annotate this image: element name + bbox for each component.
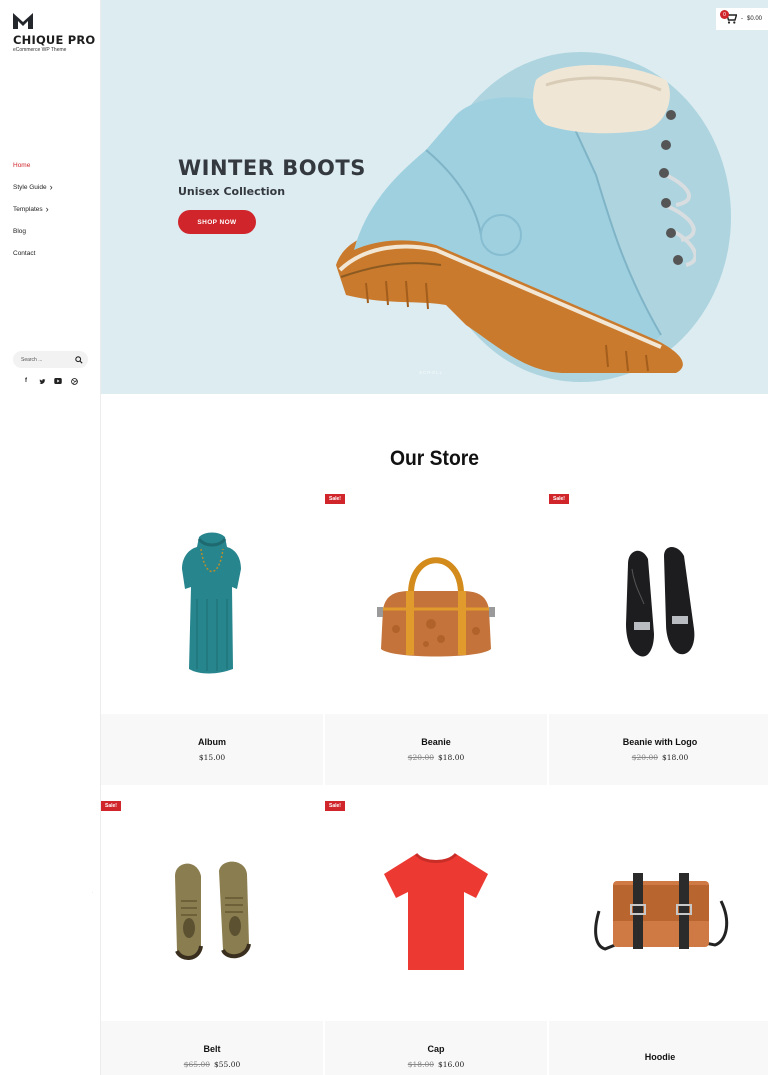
product-card[interactable]: Sale! Belt $65.00 $55.00: [101, 801, 323, 1075]
hero-banner: WINTER BOOTS Unisex Collection SHOP NOW …: [101, 0, 768, 394]
product-card[interactable]: Album $15.00: [101, 494, 323, 785]
product-name[interactable]: Beanie: [421, 737, 451, 747]
chevron-right-icon: ›: [45, 203, 49, 214]
product-info: Cap $18.00 $16.00: [325, 1021, 547, 1075]
hero-subtitle: Unisex Collection: [178, 185, 286, 198]
messenger-bag-image: [594, 873, 729, 951]
product-name[interactable]: Hoodie: [645, 1052, 676, 1062]
product-image[interactable]: [549, 801, 768, 1021]
product-card[interactable]: Sale! Beanie with Logo $20.00 $18.00: [549, 494, 768, 785]
tshirt-image: [384, 852, 488, 970]
shop-now-button[interactable]: SHOP NOW: [178, 210, 256, 234]
product-name[interactable]: Cap: [427, 1044, 444, 1054]
cart-total: $0.00: [746, 16, 762, 22]
chevron-right-icon: ›: [49, 181, 53, 192]
product-price: $20.00 $18.00: [408, 753, 465, 762]
current-price: $55.00: [214, 1060, 241, 1069]
nav-item-style-guide[interactable]: Style Guide ›: [13, 176, 53, 198]
current-price: $18.00: [438, 753, 465, 762]
cart-button[interactable]: 0 - $0.00: [716, 8, 768, 30]
product-image[interactable]: [325, 494, 547, 714]
nav-item-label: Home: [13, 161, 31, 169]
winter-boot-image: [336, 65, 696, 373]
product-image[interactable]: [549, 494, 768, 714]
sidebar: CHIQUE PRO eCommerce WP Theme Home Style…: [0, 0, 101, 1075]
nav-item-home[interactable]: Home: [13, 154, 53, 176]
shoes-image: [175, 861, 251, 960]
logo-icon[interactable]: [13, 13, 33, 29]
current-price: $16.00: [438, 1060, 465, 1069]
product-image[interactable]: [325, 801, 547, 1021]
product-info: Album $15.00: [101, 714, 323, 785]
product-price: $65.00 $55.00: [184, 1060, 241, 1069]
dribbble-icon[interactable]: [70, 377, 78, 385]
current-price: $15.00: [198, 753, 226, 762]
product-image[interactable]: [101, 494, 323, 714]
old-price: $65.00: [183, 1060, 210, 1069]
product-info: Beanie $20.00 $18.00: [325, 714, 547, 785]
old-price: $20.00: [407, 753, 434, 762]
stray-mark: ·: [92, 890, 94, 895]
nav-item-templates[interactable]: Templates ›: [13, 198, 53, 220]
product-card[interactable]: Sale! Beanie $20.00 $18.00: [325, 494, 547, 785]
search-form: [13, 351, 88, 368]
heels-image: [626, 547, 695, 657]
nav-item-label: Style Guide: [13, 183, 47, 191]
cart-count-badge: 0: [720, 10, 729, 19]
youtube-icon[interactable]: [54, 377, 62, 385]
product-price: $18.00 $16.00: [408, 1060, 465, 1069]
product-info: Belt $65.00 $55.00: [101, 1021, 323, 1075]
current-price: $18.00: [662, 753, 689, 762]
store-title: Our Store: [389, 447, 480, 470]
product-image[interactable]: [101, 801, 323, 1021]
product-info: Hoodie: [549, 1021, 768, 1075]
hero-title: WINTER BOOTS: [178, 156, 366, 180]
old-price: $18.00: [407, 1060, 434, 1069]
cart-separator: -: [740, 16, 743, 22]
search-icon[interactable]: [75, 355, 83, 364]
product-card[interactable]: Sale! Cap $18.00 $16.00: [325, 801, 547, 1075]
dress-image: [182, 532, 241, 674]
nav-item-label: Contact: [13, 249, 36, 257]
product-price: $15.00: [199, 753, 225, 762]
main-navigation: Home Style Guide › Templates › Blog Contac…: [13, 154, 53, 264]
product-name[interactable]: Album: [198, 737, 226, 747]
product-name[interactable]: Belt: [203, 1044, 220, 1054]
nav-item-blog[interactable]: Blog: [13, 220, 53, 242]
twitter-icon[interactable]: [38, 377, 46, 385]
old-price: $20.00: [631, 753, 658, 762]
product-name[interactable]: Beanie with Logo: [623, 737, 698, 747]
handbag-image: [377, 557, 495, 657]
product-info: Beanie with Logo $20.00 $18.00: [549, 714, 768, 785]
search-input[interactable]: [21, 356, 75, 363]
nav-item-label: Blog: [13, 227, 27, 235]
nav-item-contact[interactable]: Contact: [13, 242, 53, 264]
site-title[interactable]: CHIQUE PRO: [13, 33, 95, 47]
site-tagline: eCommerce WP Theme: [13, 47, 67, 53]
nav-item-label: Templates: [13, 205, 43, 213]
product-card[interactable]: Hoodie: [549, 801, 768, 1075]
social-links: f: [22, 377, 78, 385]
scroll-hint[interactable]: SCROLL: [419, 370, 443, 375]
facebook-icon[interactable]: f: [22, 377, 30, 385]
product-price: $20.00 $18.00: [632, 753, 689, 762]
